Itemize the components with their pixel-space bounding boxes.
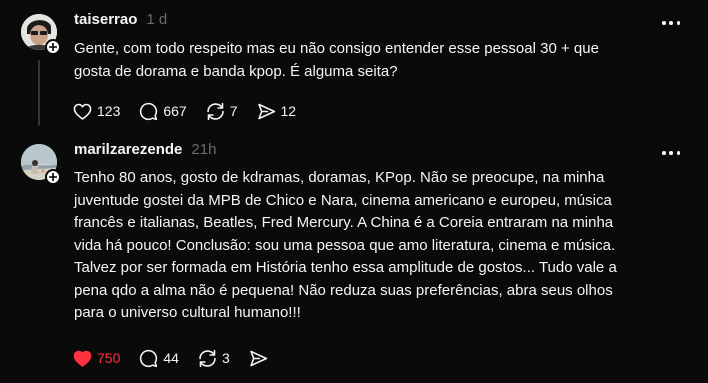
more-icon-dot	[676, 151, 680, 155]
more-icon-dot	[669, 21, 673, 25]
plus-icon	[49, 173, 57, 181]
like-count: 123	[97, 103, 121, 119]
comment-count: 667	[163, 103, 187, 119]
plus-icon	[49, 43, 57, 51]
like-button[interactable]: 750	[72, 346, 120, 370]
more-icon-dot	[676, 21, 680, 25]
follow-plus-button[interactable]	[45, 169, 61, 185]
reply-post: marilzarezende 21h Tenho 80 anos, gosto …	[0, 130, 708, 383]
post-actions: 123 667 7 12	[72, 99, 314, 123]
post-timestamp[interactable]: 21h	[191, 141, 216, 158]
share-icon	[257, 103, 275, 119]
thread-post: taiserrao 1 d Gente, com todo respeito m…	[0, 0, 708, 130]
share-button[interactable]	[248, 346, 269, 370]
comment-count: 44	[163, 350, 179, 366]
post-actions: 750 44 3	[72, 346, 287, 370]
repost-count: 3	[221, 350, 230, 366]
more-icon-dot	[662, 151, 666, 155]
heart-icon	[73, 103, 92, 120]
like-button[interactable]: 123	[72, 99, 120, 123]
more-options-button[interactable]	[662, 20, 680, 26]
repost-button[interactable]: 7	[205, 99, 238, 123]
post-timestamp[interactable]: 1 d	[146, 11, 167, 28]
thread-connector-line	[38, 60, 40, 126]
repost-button[interactable]: 3	[197, 346, 230, 370]
comment-icon	[140, 349, 158, 367]
more-icon-dot	[669, 151, 673, 155]
comment-icon	[140, 102, 158, 120]
share-icon	[250, 350, 267, 366]
repost-icon	[206, 102, 224, 120]
follow-plus-button[interactable]	[45, 39, 61, 55]
comment-button[interactable]: 44	[138, 346, 179, 370]
repost-count: 7	[229, 103, 238, 119]
post-header: taiserrao 1 d	[74, 11, 167, 28]
comment-button[interactable]: 667	[138, 99, 187, 123]
share-button[interactable]: 12	[256, 99, 297, 123]
like-count: 750	[97, 350, 121, 366]
username[interactable]: marilzarezende	[74, 141, 182, 158]
heart-icon	[73, 350, 92, 367]
repost-icon	[199, 349, 216, 367]
username[interactable]: taiserrao	[74, 11, 137, 28]
share-count: 12	[280, 103, 297, 119]
more-icon-dot	[662, 21, 666, 25]
post-text: Tenho 80 anos, gosto de kdramas, doramas…	[74, 169, 617, 321]
post-header: marilzarezende 21h	[74, 141, 216, 158]
post-text: Gente, com todo respeito mas eu não cons…	[74, 40, 599, 80]
more-options-button[interactable]	[662, 150, 680, 156]
